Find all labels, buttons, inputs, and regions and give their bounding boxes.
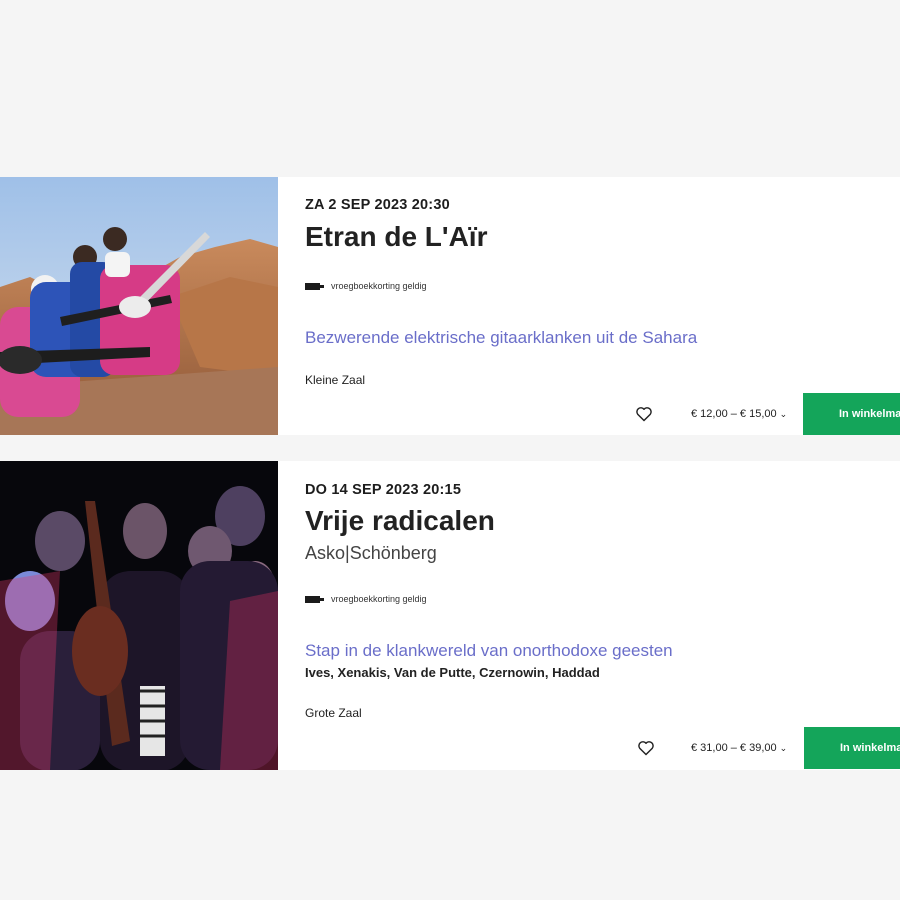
heart-icon [636, 407, 652, 422]
event-venue: Kleine Zaal [305, 373, 366, 387]
favorite-button[interactable] [635, 737, 657, 759]
add-to-cart-button[interactable]: In winkelmand [803, 393, 900, 435]
event-venue: Grote Zaal [305, 706, 362, 720]
price-dropdown[interactable]: € 12,00 – € 15,00 ⌄ [691, 408, 787, 420]
early-bird-badge: vroegboekkorting geldig [305, 594, 427, 604]
price-range: € 12,00 – € 15,00 [691, 408, 777, 420]
chevron-down-icon: ⌄ [779, 742, 788, 753]
event-info: DO 14 SEP 2023 20:15 Vrije radicalen Ask… [305, 461, 900, 770]
heart-icon [638, 741, 654, 756]
price-dropdown[interactable]: € 31,00 – € 39,00 ⌄ [691, 742, 787, 754]
event-photo-ensemble [0, 461, 278, 770]
event-date: DO 14 SEP 2023 20:15 [305, 482, 462, 498]
early-bird-badge: vroegboekkorting geldig [305, 281, 427, 291]
event-composers: Ives, Xenakis, Van de Putte, Czernowin, … [305, 665, 600, 680]
chevron-down-icon: ⌄ [779, 408, 788, 419]
event-info: ZA 2 SEP 2023 20:30 Etran de L'Aïr vroeg… [305, 177, 900, 435]
event-photo-desert-band [0, 177, 278, 435]
favorite-button[interactable] [633, 403, 655, 425]
early-bird-text: vroegboekkorting geldig [331, 281, 427, 291]
event-title[interactable]: Etran de L'Aïr [305, 221, 487, 253]
early-bird-text: vroegboekkorting geldig [331, 594, 427, 604]
event-image[interactable] [0, 177, 278, 435]
event-card[interactable]: DO 14 SEP 2023 20:15 Vrije radicalen Ask… [0, 461, 900, 770]
price-range: € 31,00 – € 39,00 [691, 742, 777, 754]
ticket-icon [305, 595, 324, 603]
ticket-icon [305, 282, 324, 290]
event-date: ZA 2 SEP 2023 20:30 [305, 197, 450, 213]
event-subtitle: Asko|Schönberg [305, 543, 437, 563]
event-card[interactable]: ZA 2 SEP 2023 20:30 Etran de L'Aïr vroeg… [0, 177, 900, 435]
event-title[interactable]: Vrije radicalen [305, 505, 495, 537]
event-image[interactable] [0, 461, 278, 770]
add-to-cart-button[interactable]: In winkelmand [804, 727, 900, 769]
event-tagline: Stap in de klankwereld van onorthodoxe g… [305, 641, 673, 660]
event-tagline: Bezwerende elektrische gitaarklanken uit… [305, 328, 698, 347]
